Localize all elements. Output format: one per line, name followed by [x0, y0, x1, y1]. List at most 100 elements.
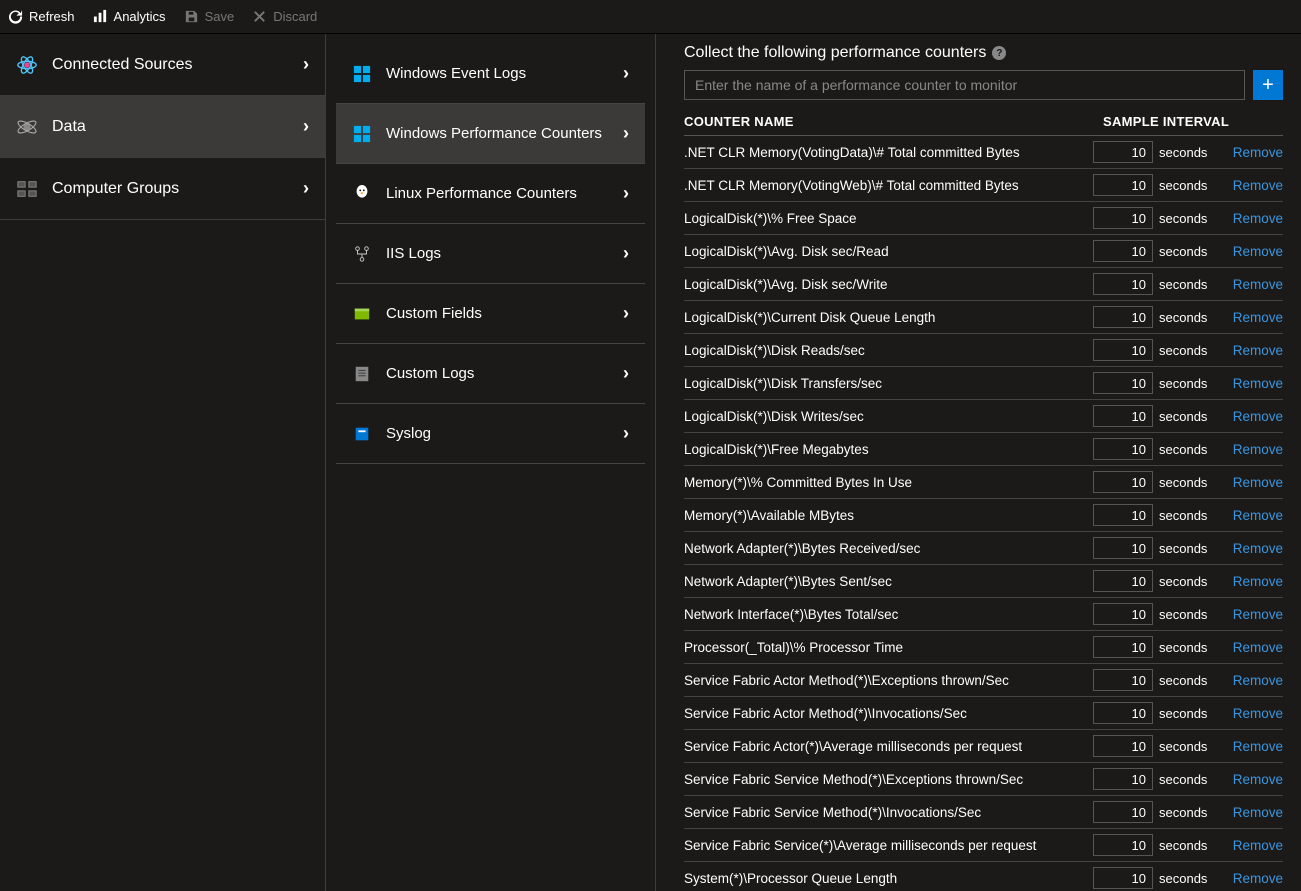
- subnav-item-custom-logs[interactable]: Custom Logs›: [336, 344, 645, 404]
- subnav-item-custom-fields[interactable]: Custom Fields›: [336, 284, 645, 344]
- interval-unit: seconds: [1159, 772, 1207, 787]
- remove-link[interactable]: Remove: [1233, 772, 1283, 787]
- remove-link[interactable]: Remove: [1233, 574, 1283, 589]
- counter-name: Service Fabric Actor Method(*)\Invocatio…: [684, 706, 1093, 721]
- interval-input[interactable]: [1093, 768, 1153, 790]
- nav-item-connected-sources[interactable]: Connected Sources›: [0, 34, 325, 96]
- remove-link[interactable]: Remove: [1233, 409, 1283, 424]
- analytics-button[interactable]: Analytics: [93, 9, 166, 24]
- interval-cell: seconds: [1093, 702, 1223, 724]
- add-counter-row: +: [684, 70, 1283, 100]
- subnav-item-windows-event-logs[interactable]: Windows Event Logs›: [336, 44, 645, 104]
- remove-link[interactable]: Remove: [1233, 838, 1283, 853]
- help-icon[interactable]: ?: [992, 46, 1006, 60]
- interval-unit: seconds: [1159, 211, 1207, 226]
- interval-input[interactable]: [1093, 801, 1153, 823]
- counter-name: Processor(_Total)\% Processor Time: [684, 640, 1093, 655]
- interval-input[interactable]: [1093, 867, 1153, 889]
- save-label: Save: [205, 9, 235, 24]
- counter-name-input[interactable]: [684, 70, 1245, 100]
- remove-link[interactable]: Remove: [1233, 211, 1283, 226]
- counter-row: Memory(*)\Available MBytessecondsRemove: [684, 499, 1283, 532]
- subnav-item-iis-logs[interactable]: IIS Logs›: [336, 224, 645, 284]
- interval-input[interactable]: [1093, 702, 1153, 724]
- counter-row: Network Adapter(*)\Bytes Sent/secseconds…: [684, 565, 1283, 598]
- nav-item-computer-groups[interactable]: Computer Groups›: [0, 158, 325, 220]
- toolbar: Refresh Analytics Save Discard: [0, 0, 1301, 34]
- remove-link[interactable]: Remove: [1233, 508, 1283, 523]
- remove-link[interactable]: Remove: [1233, 739, 1283, 754]
- counter-row: Service Fabric Actor Method(*)\Exception…: [684, 664, 1283, 697]
- interval-input[interactable]: [1093, 207, 1153, 229]
- counter-name: LogicalDisk(*)\Free Megabytes: [684, 442, 1093, 457]
- subnav-label: Custom Logs: [386, 365, 474, 382]
- panel-title: Collect the following performance counte…: [684, 44, 986, 62]
- remove-link[interactable]: Remove: [1233, 277, 1283, 292]
- remove-link[interactable]: Remove: [1233, 376, 1283, 391]
- interval-input[interactable]: [1093, 504, 1153, 526]
- subnav-item-windows-performance-counters[interactable]: Windows Performance Counters›: [336, 104, 645, 164]
- interval-input[interactable]: [1093, 570, 1153, 592]
- subnav-label: IIS Logs: [386, 245, 441, 262]
- chevron-right-icon: ›: [623, 303, 629, 324]
- remove-link[interactable]: Remove: [1233, 343, 1283, 358]
- subnav-item-linux-performance-counters[interactable]: Linux Performance Counters›: [336, 164, 645, 224]
- remove-link[interactable]: Remove: [1233, 244, 1283, 259]
- remove-link[interactable]: Remove: [1233, 442, 1283, 457]
- counter-row: Service Fabric Actor(*)\Average millisec…: [684, 730, 1283, 763]
- header-sample-interval: SAMPLE INTERVAL: [1103, 114, 1283, 129]
- counter-name: Service Fabric Actor Method(*)\Exception…: [684, 673, 1093, 688]
- add-counter-button[interactable]: +: [1253, 70, 1283, 100]
- remove-link[interactable]: Remove: [1233, 871, 1283, 886]
- interval-input[interactable]: [1093, 438, 1153, 460]
- interval-input[interactable]: [1093, 537, 1153, 559]
- interval-input[interactable]: [1093, 174, 1153, 196]
- primary-nav: Connected Sources› Data › Computer Groups›: [0, 34, 326, 891]
- interval-unit: seconds: [1159, 178, 1207, 193]
- remove-link[interactable]: Remove: [1233, 805, 1283, 820]
- interval-input[interactable]: [1093, 471, 1153, 493]
- interval-input[interactable]: [1093, 405, 1153, 427]
- interval-input[interactable]: [1093, 834, 1153, 856]
- interval-unit: seconds: [1159, 574, 1207, 589]
- remove-link[interactable]: Remove: [1233, 475, 1283, 490]
- remove-link[interactable]: Remove: [1233, 640, 1283, 655]
- subnav-icon: [352, 245, 372, 263]
- remove-link[interactable]: Remove: [1233, 541, 1283, 556]
- remove-link[interactable]: Remove: [1233, 145, 1283, 160]
- interval-cell: seconds: [1093, 306, 1223, 328]
- interval-cell: seconds: [1093, 141, 1223, 163]
- chevron-right-icon: ›: [623, 63, 629, 84]
- interval-input[interactable]: [1093, 636, 1153, 658]
- interval-input[interactable]: [1093, 339, 1153, 361]
- refresh-button[interactable]: Refresh: [8, 9, 75, 24]
- interval-input[interactable]: [1093, 306, 1153, 328]
- interval-unit: seconds: [1159, 541, 1207, 556]
- interval-input[interactable]: [1093, 372, 1153, 394]
- remove-link[interactable]: Remove: [1233, 607, 1283, 622]
- interval-cell: seconds: [1093, 537, 1223, 559]
- counter-row: Network Adapter(*)\Bytes Received/secsec…: [684, 532, 1283, 565]
- interval-input[interactable]: [1093, 669, 1153, 691]
- nav-item-data[interactable]: Data ›: [0, 96, 325, 158]
- interval-unit: seconds: [1159, 640, 1207, 655]
- interval-input[interactable]: [1093, 273, 1153, 295]
- chevron-right-icon: ›: [303, 116, 309, 137]
- interval-input[interactable]: [1093, 603, 1153, 625]
- counter-row: Service Fabric Service Method(*)\Excepti…: [684, 763, 1283, 796]
- subnav-item-syslog[interactable]: Syslog›: [336, 404, 645, 464]
- interval-unit: seconds: [1159, 310, 1207, 325]
- interval-cell: seconds: [1093, 471, 1223, 493]
- counter-row: LogicalDisk(*)\Avg. Disk sec/Writesecond…: [684, 268, 1283, 301]
- interval-input[interactable]: [1093, 240, 1153, 262]
- interval-input[interactable]: [1093, 735, 1153, 757]
- interval-input[interactable]: [1093, 141, 1153, 163]
- remove-link[interactable]: Remove: [1233, 178, 1283, 193]
- counter-row: Service Fabric Actor Method(*)\Invocatio…: [684, 697, 1283, 730]
- save-button: Save: [184, 9, 235, 24]
- counter-row: System(*)\Processor Queue LengthsecondsR…: [684, 862, 1283, 891]
- nav-label: Data: [52, 118, 86, 136]
- remove-link[interactable]: Remove: [1233, 706, 1283, 721]
- remove-link[interactable]: Remove: [1233, 310, 1283, 325]
- remove-link[interactable]: Remove: [1233, 673, 1283, 688]
